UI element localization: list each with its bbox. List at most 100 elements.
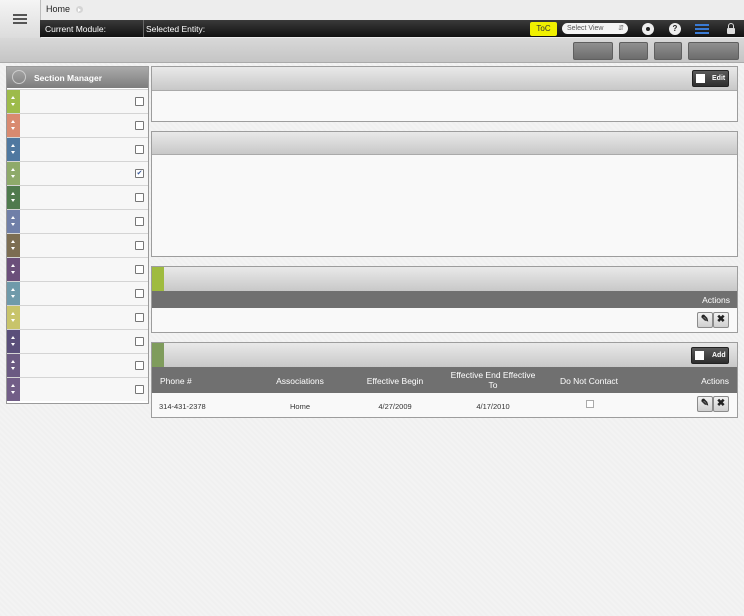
panel-4-accent [152,343,164,367]
chevron-right-icon [76,6,84,13]
updown-chevron-icon: ⇵ [618,25,624,32]
table-header: Phone # Associations Effective Begin Eff… [152,367,737,393]
reorder-arrows-icon[interactable] [7,234,20,257]
section-item[interactable] [7,137,148,161]
add-button[interactable]: Add [691,347,729,364]
section-item[interactable] [7,281,148,305]
hamburger-menu-icon[interactable] [0,0,41,38]
section-checkbox[interactable] [135,361,144,370]
section-checkbox[interactable] [135,385,144,394]
list-icon[interactable] [695,23,709,35]
section-item[interactable] [7,233,148,257]
section-checkbox[interactable] [135,121,144,130]
cell-effective-end: 4/17/2010 [476,402,510,411]
gear-icon[interactable] [642,23,654,35]
section-checkbox[interactable] [135,217,144,226]
reorder-arrows-icon[interactable] [7,306,20,329]
toc-button[interactable]: ToC [530,22,557,36]
breadcrumb-home[interactable]: Home [46,4,70,14]
context-bar: Current Module: Selected Entity: ToC Sel… [40,20,744,37]
col-phone[interactable]: Phone # [160,376,192,386]
section-checkbox[interactable] [135,97,144,106]
section-checkbox[interactable] [135,337,144,346]
reorder-arrows-icon[interactable] [7,210,20,233]
section-item[interactable] [7,377,148,401]
section-item[interactable] [7,329,148,353]
col-actions: Actions [701,376,729,386]
select-view-dropdown[interactable]: Select View ⇵ [562,23,628,34]
panel-3-accent [152,267,164,291]
breadcrumb: Home [46,4,84,14]
select-view-value: Select View [567,25,604,32]
section-item[interactable] [7,209,148,233]
close-icon: ✖ [716,398,726,409]
section-checkbox[interactable] [135,145,144,154]
panel-3-header [152,267,737,292]
section-item[interactable] [7,353,148,377]
edit-button[interactable]: Edit [692,70,729,87]
panel-4-header: Add [152,343,737,368]
section-item[interactable] [7,257,148,281]
panel-1: Edit [151,66,738,122]
move-arrows-icon[interactable] [12,70,26,84]
top-bar: Home Current Module: Selected Entity: To… [0,0,744,39]
section-item[interactable] [7,185,148,209]
panel-2-header [152,132,737,155]
col-associations[interactable]: Associations [270,376,330,386]
reorder-arrows-icon[interactable] [7,354,20,377]
section-item[interactable] [7,89,148,113]
current-module: Current Module: [40,20,144,37]
selected-entity-label: Selected Entity: [146,24,206,34]
reorder-arrows-icon[interactable] [7,138,20,161]
reorder-arrows-icon[interactable] [7,114,20,137]
cell-associations: Home [289,402,310,411]
close-icon: ✖ [716,314,726,325]
lock-icon[interactable] [726,23,736,35]
reorder-arrows-icon[interactable] [7,90,20,113]
toolbar-button-4[interactable] [688,42,739,60]
reorder-arrows-icon[interactable] [7,186,20,209]
panel-4: Add Phone # Associations Effective Begin… [151,342,738,418]
toolbar-button-2[interactable] [619,42,648,60]
edit-row-button[interactable]: ✎ [697,396,713,412]
edit-row-button[interactable]: ✎ [697,312,713,328]
panel-3: Actions ✎ ✖ [151,266,738,333]
section-manager-header: Section Manager [7,67,148,88]
section-checkbox[interactable]: ✔ [135,169,144,178]
current-module-label: Current Module: [45,24,106,34]
reorder-arrows-icon[interactable] [7,378,20,401]
reorder-arrows-icon[interactable] [7,282,20,305]
cell-phone: 314-431-2378 [159,402,206,411]
panel-3-column-bar: Actions [152,291,737,308]
section-item[interactable] [7,305,148,329]
reorder-arrows-icon[interactable] [7,330,20,353]
section-item[interactable] [7,113,148,137]
edit-label: Edit [712,75,726,82]
toolbar-button-1[interactable] [573,42,613,60]
toolbar-button-3[interactable] [654,42,682,60]
section-checkbox[interactable] [135,289,144,298]
section-item[interactable]: ✔ [7,161,148,185]
actions-header: Actions [702,295,730,305]
help-icon[interactable]: ? [669,23,681,35]
section-checkbox[interactable] [135,193,144,202]
section-checkbox[interactable] [135,241,144,250]
do-not-contact-checkbox[interactable] [586,400,594,408]
reorder-arrows-icon[interactable] [7,162,20,185]
col-effective-begin[interactable]: Effective Begin [360,376,430,386]
panel-2 [151,131,738,257]
col-do-not-contact[interactable]: Do Not Contact [554,376,624,386]
pencil-icon [696,74,705,83]
cell-effective-begin: 4/27/2009 [378,402,412,411]
add-label: Add [712,352,726,359]
section-checkbox[interactable] [135,313,144,322]
section-checkbox[interactable] [135,265,144,274]
panel-1-header: Edit [152,67,737,91]
pencil-icon: ✎ [700,398,710,409]
plus-icon [695,351,704,360]
reorder-arrows-icon[interactable] [7,258,20,281]
delete-row-button[interactable]: ✖ [713,312,729,328]
section-manager-title: Section Manager [34,73,103,83]
col-effective-end[interactable]: Effective End Effective To [450,370,536,390]
delete-row-button[interactable]: ✖ [713,396,729,412]
